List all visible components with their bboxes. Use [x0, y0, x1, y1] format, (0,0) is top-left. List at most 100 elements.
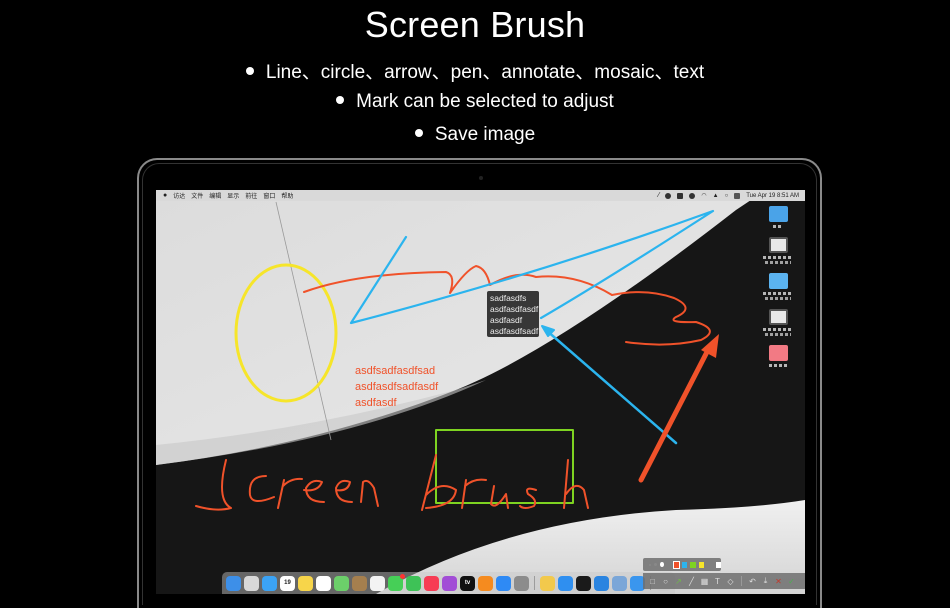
dock-app-contacts[interactable]	[352, 575, 367, 591]
bullet-dot	[414, 128, 423, 137]
color-swatch-yellow[interactable]	[698, 561, 705, 568]
stroke-size-small[interactable]	[649, 563, 651, 566]
annotation-line: asdfsadfasdfsad	[355, 365, 436, 377]
dock: 19 tv	[222, 572, 675, 594]
desktop-icon[interactable]	[761, 237, 795, 264]
dock-app-finder[interactable]	[226, 575, 241, 591]
text-tool-icon[interactable]: T	[712, 575, 723, 587]
menu-item-help[interactable]: 帮助	[281, 191, 293, 200]
a-icon[interactable]	[677, 192, 684, 199]
dock-app-maps[interactable]	[334, 575, 349, 591]
menu-bar: ● 访达 文件 编辑 显示 前往 窗口 帮助 ⁄ ◠ ▲ ○ Tue Apr 1…	[156, 190, 805, 201]
dock-app-label: tv	[464, 580, 471, 586]
face-icon[interactable]	[689, 192, 696, 199]
desktop-icon[interactable]	[761, 273, 795, 300]
folder-icon	[768, 273, 788, 289]
notification-badge	[400, 573, 405, 579]
file-icon	[768, 345, 788, 361]
dock-app-calendar[interactable]: 19	[280, 575, 295, 591]
stroke-size-large[interactable]	[659, 562, 664, 567]
dock-app-messages[interactable]	[388, 573, 405, 591]
menu-item-file[interactable]: 文件	[191, 191, 203, 200]
menu-item-edit[interactable]: 编辑	[209, 191, 221, 200]
feature-bullet: Mark can be selected to adjust	[0, 91, 950, 113]
undo-icon[interactable]: ↶	[747, 575, 758, 587]
dock-separator	[534, 576, 535, 590]
dock-app-xcode[interactable]	[594, 575, 609, 591]
rectangle-tool-icon[interactable]: □	[647, 575, 658, 587]
wallpaper	[156, 190, 805, 594]
dock-app-preview[interactable]	[612, 575, 627, 591]
annotation-line: asdfasdfsadfasdf	[355, 381, 439, 393]
dock-app-system-preferences[interactable]	[514, 575, 529, 591]
annotation-line: asdfasdfsadf	[490, 326, 539, 336]
pen-icon[interactable]: ⁄	[658, 192, 659, 199]
menu-item-view[interactable]: 显示	[227, 191, 239, 200]
dock-app-books[interactable]	[478, 575, 493, 591]
dock-app-terminal[interactable]	[576, 575, 591, 591]
desktop-icons	[761, 206, 795, 376]
circle-tool-icon[interactable]: ○	[660, 575, 671, 587]
annotation-line: sadfasdfs	[490, 293, 527, 303]
tag-tool-icon[interactable]: ◇	[725, 575, 736, 587]
menu-item-window[interactable]: 窗口	[263, 191, 275, 200]
bullet-text: Save image	[434, 124, 536, 145]
bullet-dot	[336, 95, 345, 104]
bullet-text: Line、circle、arrow、pen、annotate、mosaic、te…	[265, 62, 705, 83]
screenshot-icon	[768, 309, 788, 325]
feature-bullet: Save image	[0, 124, 950, 146]
gear-icon[interactable]	[665, 192, 672, 199]
dock-app-notes[interactable]	[298, 575, 313, 591]
save-icon[interactable]: ⤓	[760, 575, 771, 587]
dock-app-launchpad[interactable]	[244, 575, 259, 591]
wifi-icon[interactable]: ◠	[701, 192, 706, 199]
color-swatch-blue[interactable]	[682, 561, 688, 568]
menu-item-go[interactable]: 前往	[245, 191, 257, 200]
dock-app-label: 19	[284, 580, 291, 586]
folder-icon	[768, 206, 788, 222]
dock-app-app-store[interactable]	[496, 575, 511, 591]
screenshot-icon	[768, 237, 788, 253]
dock-app-screen-brush[interactable]	[540, 575, 555, 591]
stroke-size-medium[interactable]	[653, 563, 657, 566]
dock-app-reminders[interactable]	[316, 575, 331, 591]
dock-app-music[interactable]	[424, 575, 439, 591]
color-swatch-green[interactable]	[690, 561, 696, 568]
desktop-icon[interactable]	[761, 309, 795, 336]
confirm-icon[interactable]: ✓	[786, 575, 797, 587]
line-tool-icon[interactable]: ╱	[686, 575, 697, 587]
dock-app-facetime[interactable]	[406, 575, 421, 591]
dock-app-podcasts[interactable]	[442, 575, 457, 591]
menu-item-finder[interactable]: 访达	[173, 191, 185, 200]
selected-text-annotation[interactable]: sadfasdfs asdfasdfasdf asdfasdf asdfasdf…	[487, 291, 539, 337]
clock[interactable]: Tue Apr 19 8:51 AM	[746, 193, 799, 199]
apple-menu-icon[interactable]: ●	[163, 192, 167, 199]
icon-label	[763, 292, 793, 295]
icon-label	[773, 225, 783, 228]
hero-title: Screen Brush	[364, 4, 586, 45]
icon-label	[763, 256, 793, 259]
user-icon[interactable]: ▲	[713, 193, 719, 199]
color-swatch-orange[interactable]	[672, 560, 681, 569]
mosaic-tool-icon[interactable]: ▦	[699, 575, 710, 587]
icon-label	[765, 261, 791, 264]
dock-app-photos[interactable]	[370, 575, 385, 591]
close-icon[interactable]: ✕	[773, 575, 784, 587]
drawing-toolbar: □ ○ ↗ ╱ ▦ T ◇ ↶ ⤓ ✕ ✓	[643, 573, 805, 589]
bullet-text: Mark can be selected to adjust	[356, 91, 614, 112]
icon-label	[765, 297, 791, 300]
text-annotation[interactable]: asdfsadfasdfsad asdfasdfsadfasdf asdfasd…	[355, 363, 438, 411]
desktop-icon[interactable]	[761, 206, 795, 228]
toolbar-divider	[741, 576, 742, 586]
arrow-tool-icon[interactable]: ↗	[673, 575, 684, 587]
dock-app-mail[interactable]	[262, 575, 277, 591]
camera	[479, 176, 483, 180]
dock-app-tv[interactable]: tv	[460, 575, 475, 591]
dock-app-safari[interactable]	[558, 575, 573, 591]
control-center-icon[interactable]	[734, 192, 741, 199]
desktop-icon[interactable]	[761, 345, 795, 367]
color-picker-popover	[643, 558, 722, 571]
search-icon[interactable]: ○	[725, 193, 729, 199]
color-swatch-white[interactable]	[715, 561, 722, 568]
icon-label	[769, 364, 787, 367]
